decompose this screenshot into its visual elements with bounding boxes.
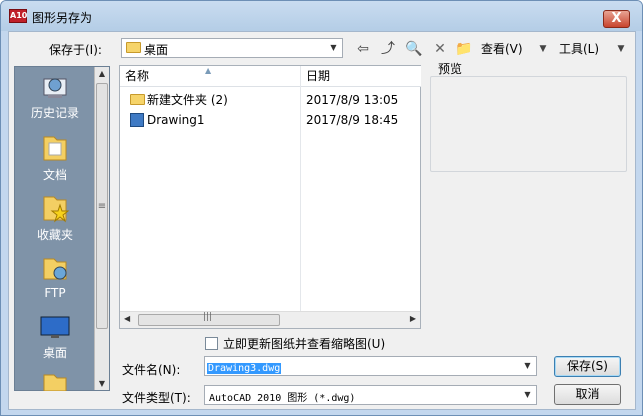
column-date-label: 日期 [306, 69, 331, 83]
desktop-icon [40, 316, 70, 338]
list-item[interactable]: Drawing1 2017/8/9 18:45 [120, 110, 420, 130]
place-ftp[interactable]: FTP [15, 253, 95, 300]
preview-box [430, 76, 627, 172]
filetype-value: AutoCAD 2010 图形 (*.dwg) [209, 393, 356, 404]
save-in-value: 桌面 [144, 43, 169, 57]
save-as-dialog: A10 图形另存为 X 保存于(I): 桌面 ▼ ⇦ ⤴ 🔍 ✕ 📁 查看(V)… [0, 0, 643, 416]
folder-icon [43, 374, 67, 391]
column-name-label: 名称 [125, 69, 150, 83]
favorites-icon [43, 196, 70, 223]
history-icon [43, 78, 67, 98]
preview-label: 预览 [438, 62, 463, 76]
chevron-down-icon[interactable]: ▼ [519, 386, 536, 404]
places-scrollbar[interactable]: ▲ ≡ ▼ [94, 67, 109, 390]
tools-menu[interactable]: 工具(L) [559, 40, 599, 57]
list-item[interactable]: 新建文件夹 (2) 2017/8/9 13:05 [120, 90, 420, 110]
ftp-icon [43, 258, 67, 280]
dwg-file-icon [130, 113, 144, 127]
new-folder-icon[interactable]: 📁 [455, 40, 473, 58]
delete-icon[interactable]: ✕ [431, 40, 449, 58]
filename-value: Drawing3.dwg [207, 363, 282, 374]
column-header-date[interactable]: 日期 [301, 66, 421, 87]
place-history[interactable]: 历史记录 [15, 73, 95, 121]
save-button[interactable]: 保存(S) [554, 356, 621, 377]
place-label: FTP [44, 286, 66, 300]
autocad-app-icon: A10 [9, 9, 27, 23]
scroll-up-icon[interactable]: ▲ [95, 69, 109, 78]
search-web-icon[interactable]: 🔍 [405, 40, 423, 58]
file-name: 新建文件夹 (2) [147, 93, 228, 107]
documents-icon [43, 136, 67, 161]
scroll-grip-icon: ≡ [97, 201, 107, 212]
cancel-button[interactable]: 取消 [554, 384, 621, 405]
horizontal-scrollbar[interactable]: ◀ ||| ▶ [120, 311, 420, 328]
close-button[interactable]: X [603, 10, 630, 28]
chevron-down-icon[interactable]: ▼ [325, 39, 342, 57]
file-name: Drawing1 [147, 113, 205, 127]
column-header-name[interactable]: 名称 ▲ [120, 66, 300, 87]
place-desktop[interactable]: 桌面 [15, 313, 95, 361]
folder-icon [130, 94, 145, 105]
filename-input[interactable]: Drawing3.dwg [207, 360, 282, 374]
save-in-label: 保存于(I): [49, 43, 102, 57]
filetype-label: 文件类型(T): [122, 391, 191, 405]
scroll-down-icon[interactable]: ▼ [95, 379, 109, 388]
up-folder-icon[interactable]: ⤴ [379, 40, 397, 58]
view-dropdown-icon[interactable]: ▼ [537, 40, 549, 58]
places-bar: 历史记录 文档 收藏夹 FTP 桌面 ▲ ≡ ▼ [14, 66, 110, 391]
filetype-combo[interactable]: AutoCAD 2010 图形 (*.dwg) ▼ [204, 385, 537, 405]
back-icon[interactable]: ⇦ [354, 40, 372, 58]
place-label: 文档 [42, 168, 67, 182]
file-list: 名称 ▲ 日期 新建文件夹 (2) 2017/8/9 13:05 Drawing… [119, 65, 421, 329]
place-more[interactable] [15, 373, 95, 391]
desktop-folder-icon [126, 42, 141, 53]
window-title: 图形另存为 [32, 11, 93, 25]
sort-asc-icon: ▲ [205, 66, 212, 75]
filename-combo[interactable]: Drawing3.dwg ▼ [204, 356, 537, 376]
scroll-thumb[interactable]: ||| [138, 312, 280, 326]
filename-label: 文件名(N): [122, 363, 181, 377]
chevron-down-icon[interactable]: ▼ [519, 357, 536, 375]
file-date: 2017/8/9 13:05 [306, 93, 399, 107]
dialog-body: 保存于(I): 桌面 ▼ ⇦ ⤴ 🔍 ✕ 📁 查看(V) ▼ 工具(L) ▼ 历… [8, 31, 636, 410]
place-label: 桌面 [42, 346, 67, 360]
place-documents[interactable]: 文档 [15, 133, 95, 183]
update-thumbnail-checkbox[interactable] [205, 337, 218, 350]
title-bar: A10 图形另存为 X [1, 1, 642, 31]
save-in-combo[interactable]: 桌面 ▼ [121, 38, 343, 58]
place-label: 收藏夹 [36, 228, 73, 242]
place-favorites[interactable]: 收藏夹 [15, 193, 95, 243]
scroll-grip-icon: ||| [203, 312, 213, 322]
scroll-right-icon[interactable]: ▶ [410, 314, 416, 323]
place-label: 历史记录 [30, 106, 79, 120]
tools-dropdown-icon[interactable]: ▼ [615, 40, 627, 58]
update-thumbnail-label[interactable]: 立即更新图纸并查看缩略图(U) [223, 335, 385, 352]
scroll-left-icon[interactable]: ◀ [124, 314, 130, 323]
view-menu[interactable]: 查看(V) [481, 40, 523, 57]
file-date: 2017/8/9 18:45 [306, 113, 399, 127]
